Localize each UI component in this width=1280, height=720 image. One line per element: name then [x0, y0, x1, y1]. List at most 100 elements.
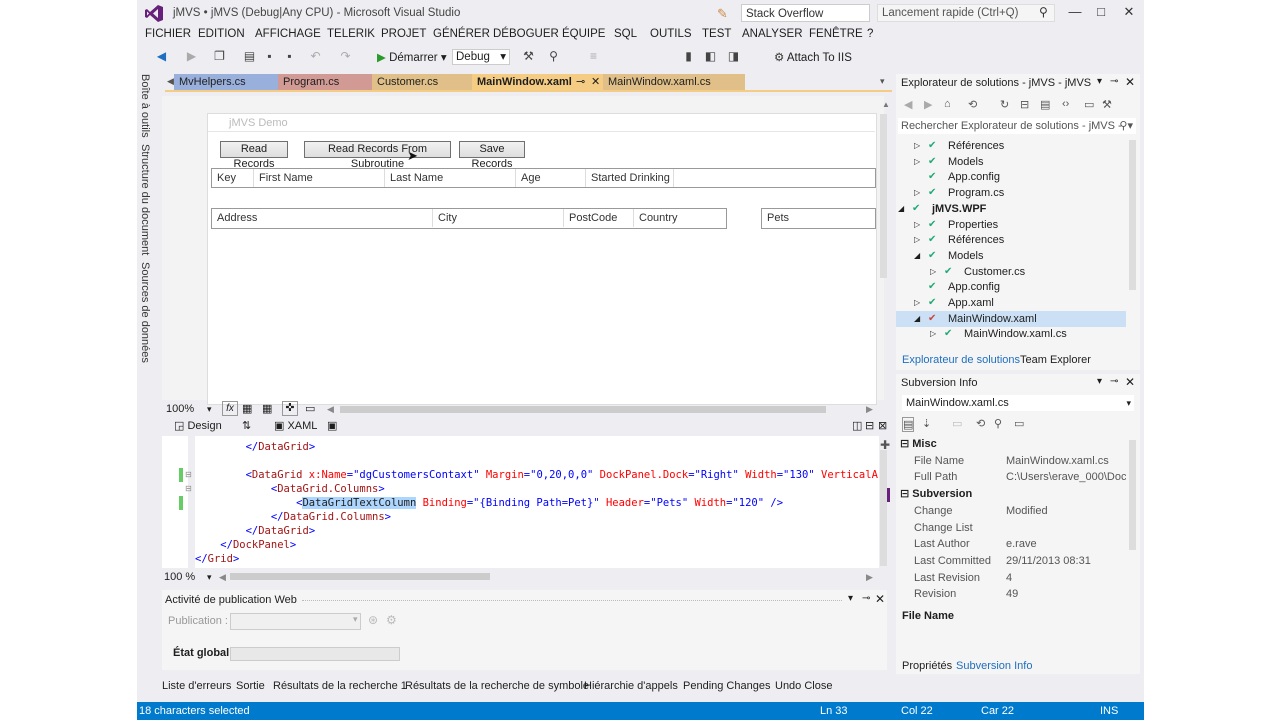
pets-datagrid[interactable]: Pets: [761, 208, 876, 229]
code-line[interactable]: <DataGridTextColumn Binding="{Binding Pa…: [195, 496, 783, 510]
attach-to-iis-button[interactable]: ⚙ Attach To IIS: [774, 50, 852, 64]
solution-tree-item[interactable]: ▷ ✔ App.xaml: [896, 295, 1126, 311]
new-project-icon[interactable]: ❐: [213, 50, 226, 63]
solution-tree-item[interactable]: ◢ ✔ Models: [896, 248, 1126, 264]
comment-icon[interactable]: ▭: [1014, 417, 1024, 430]
menu-equipe[interactable]: ÉQUIPE: [562, 28, 605, 40]
formula-icon[interactable]: fx: [222, 401, 238, 416]
scroll-up-icon[interactable]: ▲: [882, 100, 890, 109]
solution-tree-item[interactable]: ▷ ✔ Properties: [896, 217, 1126, 233]
collapse-region-icon[interactable]: ⊟: [185, 470, 192, 479]
tab-list-icon[interactable]: ▾: [880, 76, 885, 87]
solution-tree-item[interactable]: ✔ App.config: [896, 279, 1126, 295]
home-icon[interactable]: ⌂: [944, 98, 951, 110]
menu-generer[interactable]: GÉNÉRER: [433, 28, 490, 40]
solution-tree-item[interactable]: ✔ App.config: [896, 169, 1126, 185]
properties-icon[interactable]: ▭: [1084, 98, 1094, 111]
tab-customer[interactable]: Customer.cs: [372, 74, 472, 90]
column-header-address[interactable]: Address: [212, 209, 433, 227]
expand-arrow-icon[interactable]: ▷: [930, 326, 936, 342]
search-icon[interactable]: ⚲: [1039, 5, 1048, 19]
format-icon[interactable]: ≡: [587, 50, 600, 63]
tab-mvhelpers[interactable]: MvHelpers.cs: [174, 74, 278, 90]
save-icon[interactable]: ▪: [263, 50, 276, 63]
swap-panes-icon[interactable]: ⇅: [242, 419, 251, 432]
expand-arrow-icon[interactable]: ▷: [914, 295, 920, 311]
back-icon[interactable]: ◀: [904, 98, 912, 111]
publication-dropdown[interactable]: ▾: [230, 613, 361, 630]
column-header-city[interactable]: City: [433, 209, 564, 227]
svn-property-name[interactable]: Last Committed: [914, 553, 991, 569]
vertical-split-icon[interactable]: ◫: [852, 419, 862, 432]
expand-arrow-icon[interactable]: ▷: [914, 232, 920, 248]
quick-launch-input[interactable]: Lancement rapide (Ctrl+Q): [877, 4, 1055, 22]
svn-section-header[interactable]: ⊟ Misc: [900, 436, 937, 452]
solution-tree-item[interactable]: ▷ ✔ Program.cs: [896, 185, 1126, 201]
code-line[interactable]: <DataGrid x:Name="dgCustomersContaxt" Ma…: [195, 468, 878, 482]
categorized-icon[interactable]: ▤: [902, 417, 915, 432]
read-records-button[interactable]: Read Records: [220, 141, 288, 170]
code-line[interactable]: </DataGrid.Columns>: [195, 510, 391, 524]
expand-arrow-icon[interactable]: ◢: [914, 311, 920, 327]
menu-analyser[interactable]: ANALYSER: [742, 28, 803, 40]
designer-vertical-scrollbar[interactable]: [880, 114, 887, 278]
find-icon[interactable]: ⚲: [547, 50, 560, 63]
bookmark-icon[interactable]: ▮: [682, 50, 695, 63]
solution-tree-item[interactable]: ▷ ✔ Références: [896, 232, 1126, 248]
svn-scrollbar[interactable]: [1129, 440, 1136, 550]
menu-affichage[interactable]: AFFICHAGE: [255, 28, 321, 40]
code-line[interactable]: </DataGrid>: [195, 440, 316, 454]
scroll-left-icon[interactable]: ◀: [219, 569, 226, 585]
solution-tree-item[interactable]: ◢ ✔ jMVS.WPF: [896, 201, 1126, 217]
svn-property-value[interactable]: 29/11/2013 08:31: [1006, 553, 1126, 569]
code-line[interactable]: </DataGrid>: [195, 524, 316, 538]
scroll-right-icon[interactable]: ▶: [866, 401, 873, 417]
alphabetical-icon[interactable]: ⇣: [922, 417, 931, 430]
pin-icon[interactable]: ⊸: [1110, 376, 1118, 387]
pin-icon[interactable]: ⊸: [1110, 76, 1118, 87]
panel-menu-icon[interactable]: ▾: [848, 593, 853, 604]
tab-mainwindow-xaml-cs[interactable]: MainWindow.xaml.cs: [603, 74, 745, 90]
panel-menu-icon[interactable]: ▾: [1097, 76, 1102, 87]
save-records-button[interactable]: Save Records: [459, 141, 525, 170]
forward-icon[interactable]: ▶: [924, 98, 932, 111]
expand-arrow-icon[interactable]: ▷: [914, 154, 920, 170]
next-bookmark-icon[interactable]: ◨: [727, 50, 740, 63]
feedback-icon[interactable]: ✎: [717, 6, 728, 22]
column-header-key[interactable]: Key: [212, 169, 254, 187]
collapse-region-icon[interactable]: ⊟: [185, 484, 192, 493]
wrench-icon[interactable]: ⚒: [1102, 98, 1112, 111]
solution-tree-item[interactable]: ▷ ✔ Références: [896, 138, 1126, 154]
menu-test[interactable]: TEST: [702, 28, 731, 40]
column-header-country[interactable]: Country: [634, 209, 726, 227]
menu-sql[interactable]: SQL: [614, 28, 637, 40]
menu-help[interactable]: ?: [867, 28, 873, 40]
scroll-left-icon[interactable]: ◀: [327, 401, 334, 417]
undo-icon[interactable]: ↶: [309, 50, 322, 63]
column-header-last-name[interactable]: Last Name: [385, 169, 516, 187]
horizontal-split-icon[interactable]: ⊟: [865, 419, 874, 432]
stack-overflow-search[interactable]: Stack Overflow: [741, 4, 870, 22]
tab-properties[interactable]: Propriétés: [902, 660, 952, 672]
close-button[interactable]: ✕: [1118, 4, 1140, 20]
sync-icon[interactable]: ⟲: [968, 98, 977, 111]
pin-icon[interactable]: ⊸: [576, 74, 585, 90]
solution-tree-item[interactable]: ▷ ✔ Models: [896, 154, 1126, 170]
collapse-all-icon[interactable]: ⊟: [1020, 98, 1029, 111]
menu-fichier[interactable]: FICHIER: [145, 28, 191, 40]
svn-property-value[interactable]: MainWindow.xaml.cs: [1006, 453, 1126, 469]
svn-property-name[interactable]: Full Path: [914, 469, 957, 485]
maximize-button[interactable]: □: [1090, 4, 1112, 20]
tab-program[interactable]: Program.cs: [278, 74, 372, 90]
popout-icon[interactable]: ▣: [327, 419, 337, 432]
menu-deboguer[interactable]: DÉBOGUER: [493, 28, 559, 40]
tab-symbol-results[interactable]: Résultats de la recherche de symbole: [405, 680, 589, 692]
svn-property-name[interactable]: Change List: [914, 520, 973, 536]
svn-property-value[interactable]: [1006, 520, 1126, 536]
panel-menu-icon[interactable]: ▾: [1097, 376, 1102, 387]
column-header-postcode[interactable]: PostCode: [564, 209, 634, 227]
menu-projet[interactable]: PROJET: [381, 28, 426, 40]
tab-undo-close[interactable]: Undo Close: [775, 680, 832, 692]
tab-subversion-info[interactable]: Subversion Info: [956, 660, 1032, 672]
configuration-dropdown[interactable]: Debug ▾: [452, 49, 510, 65]
